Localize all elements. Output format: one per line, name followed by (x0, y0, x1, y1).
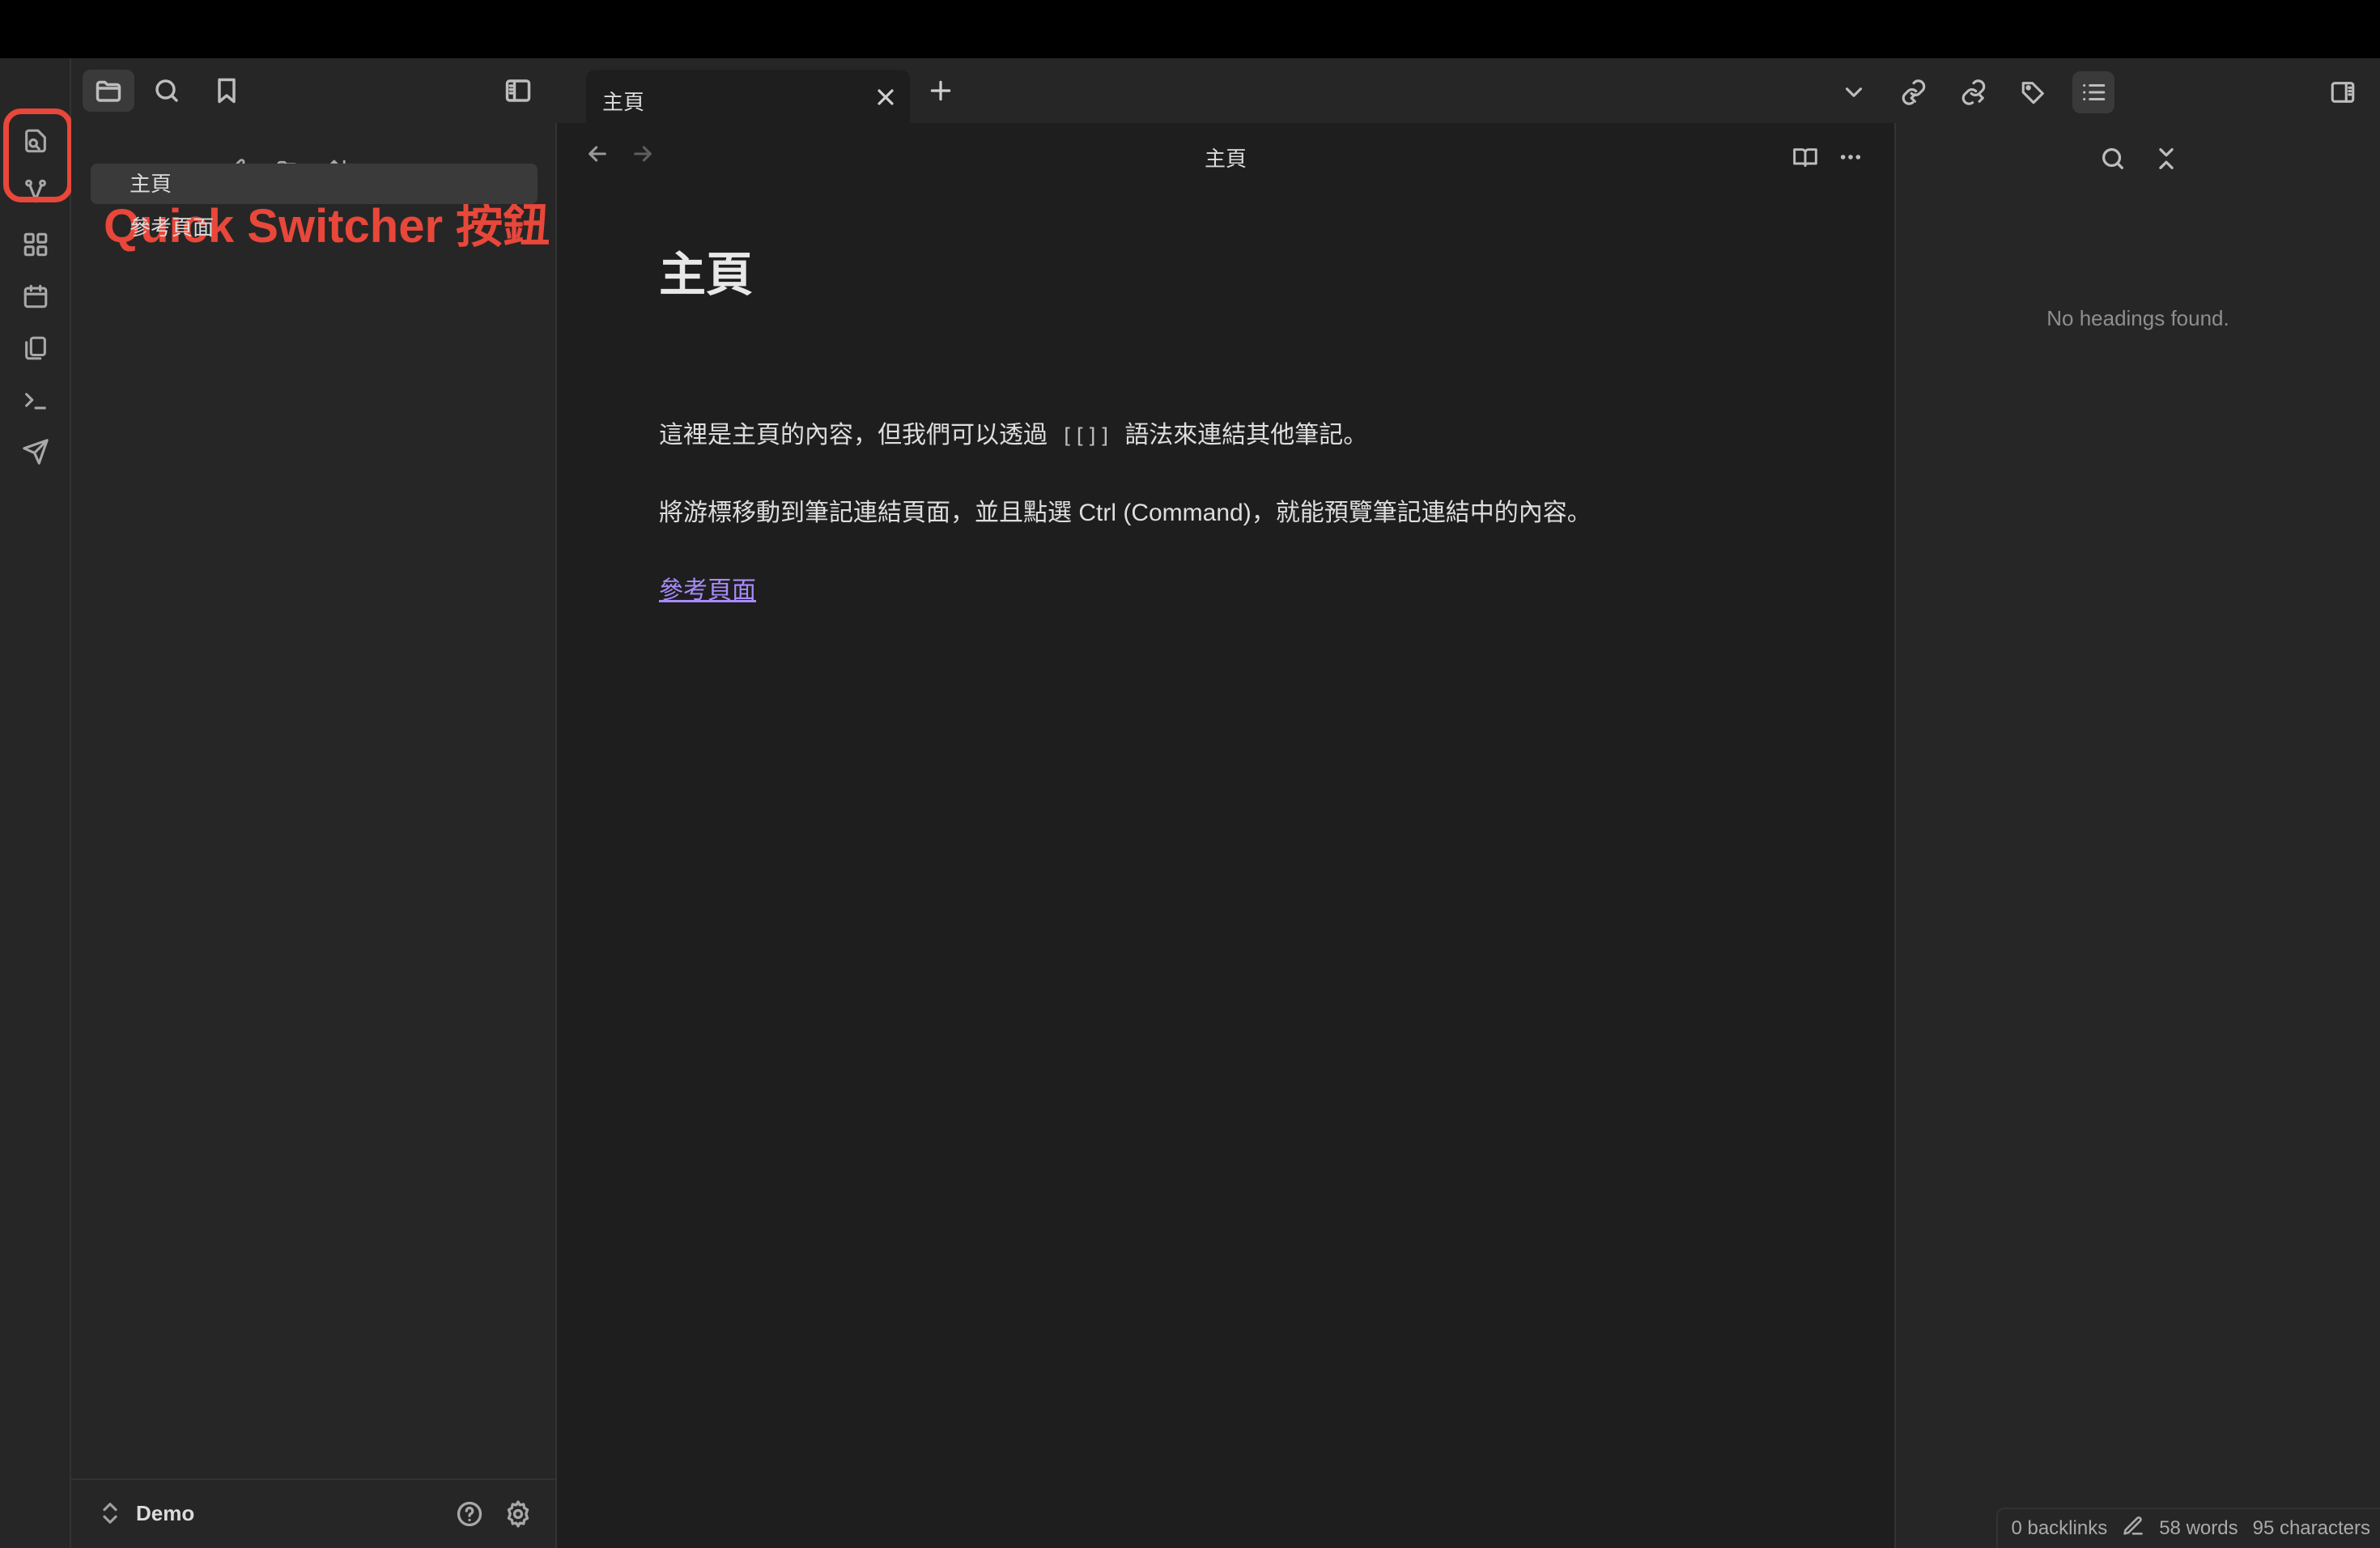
highlight-box (3, 108, 73, 202)
internal-link-reference[interactable]: 參考頁面 (659, 570, 756, 606)
window-titlebar (0, 0, 2380, 58)
collapse-icon[interactable] (2148, 141, 2184, 176)
canvas-icon[interactable] (18, 227, 53, 262)
inline-code: [[]] (1060, 424, 1111, 449)
file-item-home[interactable]: 主頁 (91, 164, 538, 204)
outline-icon[interactable] (2072, 71, 2114, 113)
chevron-up-down-icon (99, 1499, 121, 1527)
note-title-header[interactable]: 主頁 (557, 142, 1894, 172)
edit-mode-icon[interactable] (2122, 1515, 2144, 1543)
publish-icon[interactable] (18, 434, 53, 470)
reading-view-icon[interactable] (1787, 139, 1823, 175)
paragraph-2: 將游標移動到筆記連結頁面，並且點選 Ctrl (Command)，就能預覽筆記連… (659, 500, 1592, 526)
outline-empty-text: No headings found. (2046, 306, 2229, 330)
character-count: 95 characters (2252, 1517, 2370, 1539)
sidebar-toggle-icon[interactable] (492, 70, 544, 112)
note-heading: 主頁 (659, 249, 754, 301)
tags-icon[interactable] (2012, 71, 2055, 113)
folder-icon[interactable] (83, 70, 134, 112)
backlinks-count[interactable]: 0 backlinks (2011, 1517, 2107, 1540)
file-item-reference[interactable]: 參考頁面 (91, 207, 538, 248)
bookmark-icon[interactable] (201, 70, 253, 112)
search-icon[interactable] (141, 70, 193, 112)
templates-icon[interactable] (18, 330, 53, 366)
search-icon[interactable] (2095, 141, 2131, 176)
editor-pane: 主頁 主頁 這裡是主頁的內容，但我們可以透過 [[]] 語法來連結其他筆記。 將… (557, 123, 1894, 1548)
outline-panel: No headings found. 0 backlinks 58 words … (1894, 123, 2380, 1548)
obsidian-app: Quick Switcher 按鈕 主頁 參考頁面 Demo 主頁 主頁 主頁 … (0, 58, 2380, 1548)
help-icon[interactable] (452, 1496, 487, 1532)
ribbon (0, 58, 73, 1548)
file-explorer: Quick Switcher 按鈕 主頁 參考頁面 Demo (71, 123, 557, 1548)
paragraph-1: 這裡是主頁的內容，但我們可以透過 [[]] 語法來連結其他筆記。 (659, 415, 1367, 450)
right-sidebar-toggle-icon[interactable] (2322, 71, 2364, 113)
paragraph-1-before: 這裡是主頁的內容，但我們可以透過 (659, 422, 1048, 449)
vault-switcher[interactable]: Demo (71, 1478, 555, 1548)
backlinks-icon[interactable] (1893, 71, 1935, 113)
command-palette-icon[interactable] (18, 382, 53, 418)
outgoing-links-icon[interactable] (1953, 71, 1995, 113)
chevron-down-icon[interactable] (1833, 71, 1875, 113)
new-tab-plus-icon[interactable] (928, 78, 957, 107)
tab-title: 主頁 (602, 90, 645, 114)
paragraph-1-after: 語法來連結其他筆記。 (1124, 422, 1368, 449)
more-options-icon[interactable] (1833, 139, 1868, 175)
calendar-icon[interactable] (18, 279, 53, 314)
close-icon[interactable] (873, 84, 899, 110)
settings-gear-icon[interactable] (500, 1496, 536, 1532)
left-sidebar-header (71, 58, 557, 123)
word-count: 58 words (2159, 1517, 2238, 1539)
tab-home[interactable]: 主頁 (586, 70, 910, 123)
tab-bar: 主頁 (557, 58, 2380, 123)
vault-name: Demo (136, 1501, 195, 1525)
status-bar: 0 backlinks 58 words 95 characters (1996, 1508, 2380, 1548)
